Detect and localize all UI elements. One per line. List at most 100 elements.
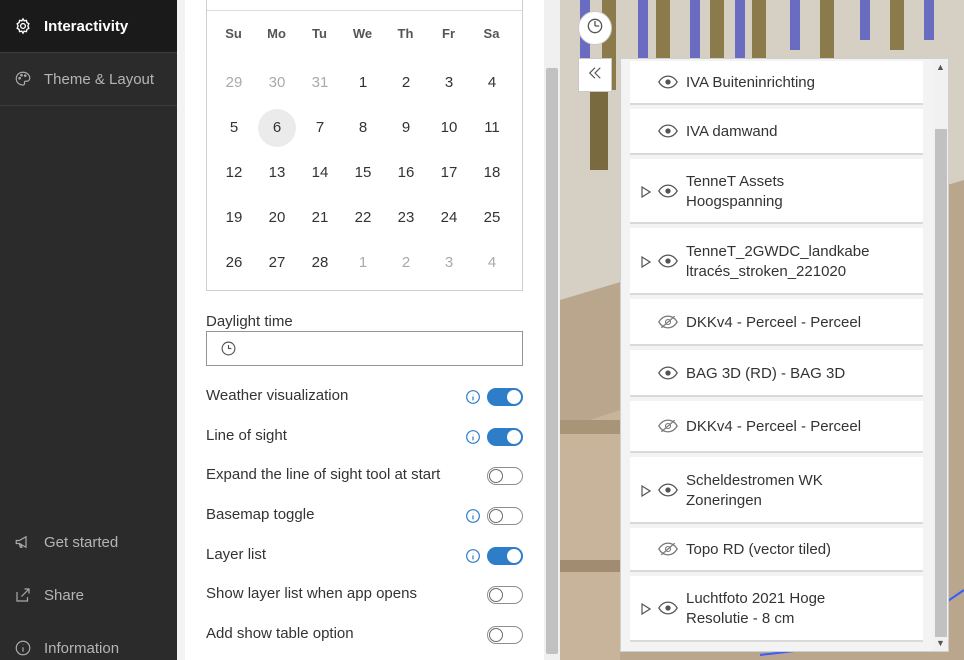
info-icon (14, 639, 32, 657)
setting-toggle[interactable] (487, 388, 523, 406)
eye-off-icon[interactable] (658, 315, 678, 329)
layer-name-line: ltracés_stroken_221020 (686, 262, 847, 280)
calendar-day[interactable]: 4 (473, 64, 511, 102)
expand-triangle-icon[interactable] (641, 484, 652, 497)
layer-item[interactable]: DKKv4 - Perceel - Perceel (630, 299, 923, 346)
calendar-day[interactable]: 8 (344, 109, 382, 147)
calendar-day[interactable]: 6 (258, 109, 296, 147)
eye-icon[interactable] (658, 601, 678, 615)
info-icon[interactable] (465, 508, 481, 524)
time-reset-button[interactable] (578, 11, 612, 45)
layer-item[interactable]: BAG 3D (RD) - BAG 3D (630, 350, 923, 397)
scroll-down-icon[interactable]: ▼ (936, 638, 945, 648)
calendar-day[interactable]: 29 (215, 64, 253, 102)
scroll-up-icon[interactable]: ▲ (936, 62, 945, 72)
calendar-day[interactable]: 14 (301, 154, 339, 192)
calendar-day[interactable]: 9 (387, 109, 425, 147)
calendar-day[interactable]: 27 (258, 244, 296, 282)
calendar-day[interactable]: 4 (473, 244, 511, 282)
calendar-day[interactable]: 1 (344, 64, 382, 102)
palette-icon (14, 70, 32, 88)
layer-name-line: TenneT_2GWDC_landkabe (686, 242, 870, 260)
eye-icon[interactable] (658, 366, 678, 380)
setting-toggle[interactable] (487, 547, 523, 565)
calendar-day[interactable]: 17 (430, 154, 468, 192)
layer-item[interactable]: Scheldestromen WK Zoneringen (630, 457, 923, 524)
expand-triangle-icon[interactable] (641, 185, 652, 198)
eye-icon[interactable] (658, 75, 678, 89)
calendar-day[interactable]: 23 (387, 199, 425, 237)
eye-off-icon[interactable] (658, 419, 678, 433)
calendar-day[interactable]: 22 (344, 199, 382, 237)
layer-item[interactable]: Luchtfoto 2021 Hoge Resolutie - 8 cm (630, 576, 923, 642)
collapse-layer-list-button[interactable] (578, 58, 612, 92)
layer-list-scrollbar-thumb[interactable] (935, 129, 947, 637)
nav-item-interactivity[interactable]: Interactivity (0, 0, 177, 52)
nav-item-get-started[interactable]: Get started (0, 516, 177, 568)
layer-item[interactable]: IVA damwand (630, 109, 923, 155)
info-icon[interactable] (465, 548, 481, 564)
nav-item-share[interactable]: Share (0, 569, 177, 621)
calendar-day[interactable]: 16 (387, 154, 425, 192)
calendar-day[interactable]: 31 (301, 64, 339, 102)
setting-toggle[interactable] (487, 428, 523, 446)
layer-item[interactable]: Topo RD (vector tiled) (630, 528, 923, 572)
calendar-day[interactable]: 2 (387, 64, 425, 102)
daylight-time-input[interactable] (206, 331, 523, 366)
layer-name: DKKv4 - Perceel - Perceel (686, 313, 861, 333)
eye-icon[interactable] (658, 254, 678, 268)
layer-name: Scheldestromen WK Zoneringen (686, 471, 823, 511)
settings-scrollbar-thumb[interactable] (546, 68, 558, 654)
layer-name: Topo RD (vector tiled) (686, 540, 831, 560)
toggle-knob (489, 628, 503, 642)
calendar-day[interactable]: 2 (387, 244, 425, 282)
calendar-day[interactable]: 30 (258, 64, 296, 102)
info-icon[interactable] (465, 429, 481, 445)
calendar-day[interactable]: 7 (301, 109, 339, 147)
calendar-day[interactable]: 28 (301, 244, 339, 282)
eye-icon[interactable] (658, 483, 678, 497)
weekday-header: Th (397, 26, 414, 41)
setting-toggle[interactable] (487, 507, 523, 525)
nav-item-information[interactable]: Information (0, 622, 177, 660)
expand-triangle-icon[interactable] (641, 255, 652, 268)
layer-name-line: Scheldestromen WK (686, 471, 823, 489)
double-chevron-left-icon (586, 64, 604, 87)
eye-icon[interactable] (658, 124, 678, 138)
calendar-day[interactable]: 3 (430, 244, 468, 282)
layer-name: BAG 3D (RD) - BAG 3D (686, 364, 845, 384)
calendar-day[interactable]: 19 (215, 199, 253, 237)
layer-item[interactable]: IVA Buiteninrichting (630, 61, 923, 105)
eye-off-icon[interactable] (658, 542, 678, 556)
calendar-day[interactable]: 5 (215, 109, 253, 147)
calendar-day[interactable]: 25 (473, 199, 511, 237)
nav-item-label: Share (44, 586, 85, 604)
calendar-day[interactable]: 10 (430, 109, 468, 147)
expand-triangle-icon[interactable] (641, 602, 652, 616)
layer-item[interactable]: TenneT Assets Hoogspanning (630, 159, 923, 224)
calendar-day[interactable]: 1 (344, 244, 382, 282)
calendar-day[interactable]: 20 (258, 199, 296, 237)
layer-item[interactable]: TenneT_2GWDC_landkabe ltracés_stroken_221… (630, 228, 923, 295)
calendar-day[interactable]: 13 (258, 154, 296, 192)
setting-toggle[interactable] (487, 467, 523, 485)
weekday-header: Mo (267, 26, 286, 41)
layer-item[interactable]: DKKv4 - Perceel - Perceel (630, 401, 923, 453)
calendar-day[interactable]: 11 (473, 109, 511, 147)
clock-refresh-icon (585, 16, 605, 41)
calendar-day[interactable]: 15 (344, 154, 382, 192)
calendar-day[interactable]: 3 (430, 64, 468, 102)
nav-item-label: Interactivity (44, 17, 129, 35)
info-icon[interactable] (465, 389, 481, 405)
calendar-day[interactable]: 12 (215, 154, 253, 192)
calendar-day[interactable]: 24 (430, 199, 468, 237)
calendar-day[interactable]: 18 (473, 154, 511, 192)
calendar-day[interactable]: 21 (301, 199, 339, 237)
layer-name-line: Zoneringen (686, 491, 762, 509)
nav-item-theme-layout[interactable]: Theme & Layout (0, 53, 177, 105)
setting-toggle[interactable] (487, 586, 523, 604)
calendar-day[interactable]: 26 (215, 244, 253, 282)
setting-toggle[interactable] (487, 626, 523, 644)
eye-icon[interactable] (658, 184, 678, 198)
layer-list-panel: IVA Buiteninrichting IVA damwand TenneT As… (620, 58, 949, 652)
